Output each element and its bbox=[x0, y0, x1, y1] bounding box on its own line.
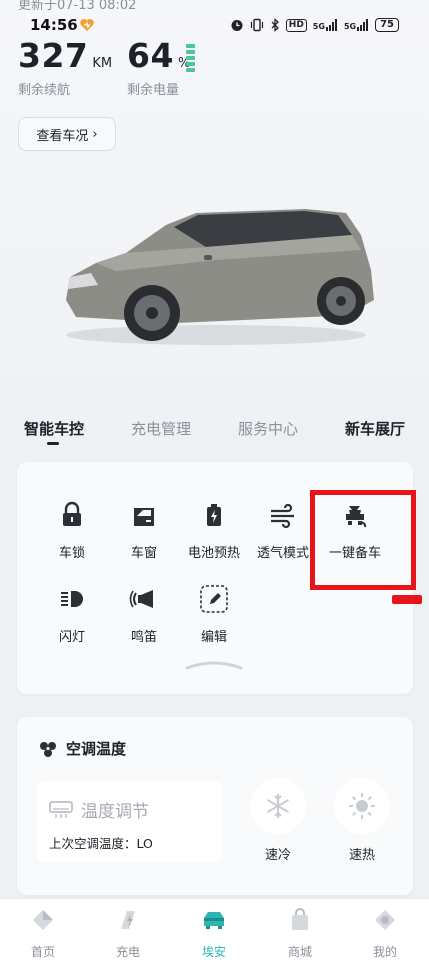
quick-heat-circle bbox=[334, 778, 390, 834]
annotation-mark bbox=[392, 595, 422, 604]
status-time: 14:56 bbox=[30, 16, 78, 34]
snowflake-icon bbox=[267, 794, 289, 818]
annotation-highlight-box bbox=[310, 490, 416, 590]
tab-active-indicator bbox=[47, 442, 59, 445]
fan-icon bbox=[40, 741, 56, 757]
battery-metric: 64% 剩余电量 bbox=[127, 36, 190, 98]
control-horn[interactable]: 鸣笛 bbox=[110, 584, 178, 645]
bottom-navigation: 首页 充电 埃安 商城 我的 bbox=[0, 898, 429, 960]
climate-title-label: 空调温度 bbox=[66, 740, 127, 758]
control-horn-label: 鸣笛 bbox=[130, 630, 157, 645]
horn-icon bbox=[129, 590, 153, 608]
nav-charge[interactable]: 充电 bbox=[98, 907, 158, 960]
last-temperature: 上次空调温度：LO bbox=[49, 836, 153, 851]
nav-shop-label: 商城 bbox=[287, 945, 312, 959]
vehicle-image bbox=[66, 209, 374, 345]
car-window-icon bbox=[134, 508, 154, 526]
edit-icon bbox=[200, 585, 228, 613]
control-flash-lights[interactable]: 闪灯 bbox=[38, 584, 106, 645]
wind-icon bbox=[271, 503, 294, 529]
car-icon bbox=[204, 912, 224, 929]
battery-indicator: 75 bbox=[375, 18, 399, 32]
nav-aion-label: 埃安 bbox=[201, 945, 226, 959]
check-status-label: 查看车况 bbox=[36, 128, 89, 144]
climate-title: 空调温度 bbox=[38, 738, 126, 759]
tab-charging[interactable]: 充电管理 bbox=[131, 418, 191, 439]
nav-profile-label: 我的 bbox=[372, 945, 397, 959]
nav-aion[interactable]: 埃安 bbox=[184, 907, 244, 960]
control-battery-preheat-label: 电池预热 bbox=[187, 546, 240, 561]
quick-cool-label: 速冷 bbox=[264, 848, 291, 863]
nav-home-label: 首页 bbox=[30, 945, 55, 959]
control-edit-label: 编辑 bbox=[200, 630, 227, 645]
range-value: 327 bbox=[18, 36, 89, 75]
air-conditioner-icon bbox=[49, 800, 73, 818]
hd-badge: HD bbox=[285, 18, 307, 32]
control-window-label: 车窗 bbox=[130, 546, 157, 561]
control-window[interactable]: 车窗 bbox=[110, 500, 178, 561]
nav-charge-label: 充电 bbox=[115, 945, 140, 959]
temperature-adjust-header: 温度调节 bbox=[49, 797, 149, 822]
status-bar: 14:56 HD 5G 5G 75 bbox=[0, 14, 429, 38]
battery-heat-icon bbox=[207, 504, 221, 526]
profile-icon bbox=[375, 910, 395, 930]
nav-shop[interactable]: 商城 bbox=[270, 907, 330, 960]
tab-service[interactable]: 服务中心 bbox=[238, 418, 298, 439]
tab-showroom[interactable]: 新车展厅 bbox=[345, 418, 405, 439]
chevron-right-icon: › bbox=[92, 126, 98, 142]
range-label: 剩余续航 bbox=[18, 83, 71, 98]
temperature-adjust-label: 温度调节 bbox=[81, 802, 149, 822]
range-metric: 327 KM 剩余续航 bbox=[18, 36, 112, 98]
home-icon bbox=[33, 910, 53, 930]
battery-label: 剩余电量 bbox=[127, 83, 180, 98]
shop-icon bbox=[292, 908, 308, 930]
tab-bar: 智能车控 充电管理 服务中心 新车展厅 bbox=[0, 418, 429, 448]
control-battery-preheat[interactable]: 电池预热 bbox=[180, 500, 248, 561]
temperature-adjust[interactable]: 温度调节 上次空调温度：LO bbox=[37, 781, 222, 863]
nav-home[interactable]: 首页 bbox=[13, 907, 73, 960]
charge-icon bbox=[121, 911, 135, 929]
signal-bars-icon bbox=[357, 19, 369, 31]
alarm-icon bbox=[231, 20, 243, 31]
signal-5g-2: 5G bbox=[344, 19, 369, 31]
nav-profile[interactable]: 我的 bbox=[355, 907, 415, 960]
range-unit: KM bbox=[92, 56, 113, 71]
quick-cool-button[interactable]: 速冷 bbox=[246, 778, 310, 863]
control-ventilation[interactable]: 透气模式 bbox=[249, 500, 317, 561]
control-lock-label: 车锁 bbox=[58, 546, 85, 561]
tab-smart-control[interactable]: 智能车控 bbox=[24, 418, 84, 439]
sun-icon bbox=[349, 793, 375, 819]
signal-5g-2-label: 5G bbox=[343, 22, 357, 31]
battery-level-icon bbox=[186, 44, 195, 72]
heart-icon bbox=[80, 19, 94, 31]
control-lock[interactable]: 车锁 bbox=[38, 500, 106, 561]
quick-heat-button[interactable]: 速热 bbox=[330, 778, 394, 863]
check-status-button[interactable]: 查看车况 › bbox=[18, 117, 116, 151]
vibrate-icon bbox=[250, 18, 263, 32]
signal-5g-1: 5G bbox=[313, 19, 338, 31]
signal-5g-1-label: 5G bbox=[312, 22, 325, 31]
battery-value: 64 bbox=[127, 36, 174, 75]
headlight-icon bbox=[61, 591, 83, 607]
control-flash-lights-label: 闪灯 bbox=[58, 630, 85, 645]
quick-heat-label: 速热 bbox=[348, 848, 375, 863]
signal-bars-icon bbox=[325, 19, 337, 31]
quick-cool-circle bbox=[250, 778, 306, 834]
bluetooth-icon bbox=[271, 18, 279, 32]
control-ventilation-label: 透气模式 bbox=[256, 546, 309, 561]
lock-icon bbox=[63, 501, 81, 526]
expand-handle-icon[interactable] bbox=[185, 660, 243, 670]
control-edit[interactable]: 编辑 bbox=[180, 584, 248, 645]
updated-time: 更新于07-13 08:02 bbox=[18, 0, 137, 13]
